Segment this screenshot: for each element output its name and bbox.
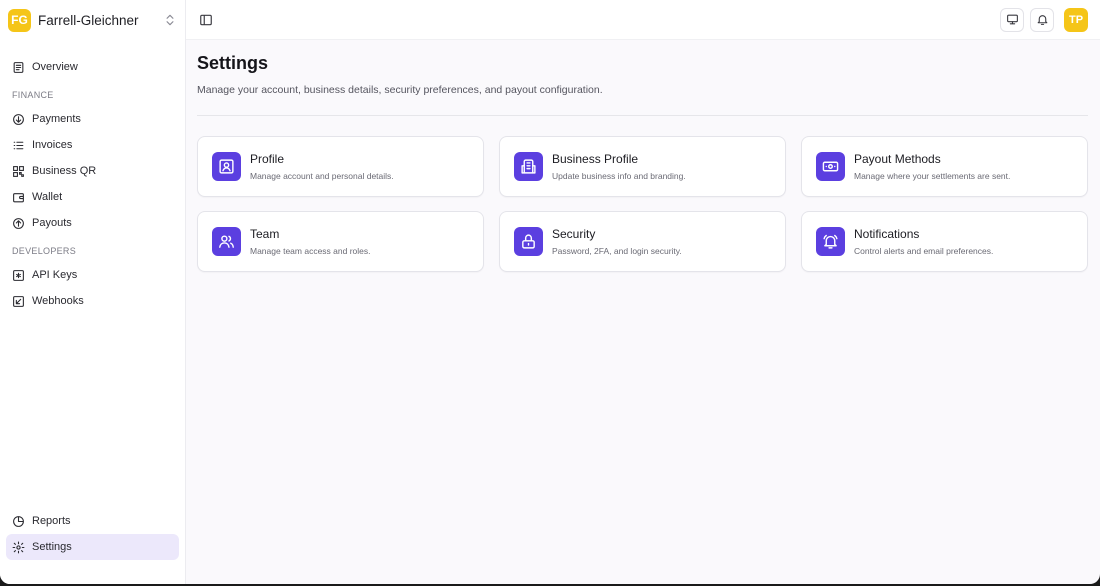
sidebar-item-label: API Keys (32, 269, 78, 281)
settings-content: Settings Manage your account, business d… (186, 40, 1100, 272)
card-notifications[interactable]: Notifications Control alerts and email p… (801, 211, 1088, 272)
webhooks-icon (13, 295, 24, 307)
sidebar: FG Farrell-Gleichner Overview FINANCE Pa… (0, 0, 186, 584)
settings-icon (12, 541, 25, 553)
sidebar-toggle-icon[interactable] (199, 13, 213, 27)
card-title: Profile (250, 152, 285, 166)
card-description: Control alerts and email preferences. (854, 246, 994, 256)
invoices-icon (13, 141, 24, 149)
sidebar-item-label: Invoices (32, 139, 73, 151)
card-description: Manage team access and roles. (250, 246, 371, 256)
org-switcher[interactable]: FG Farrell-Gleichner (0, 0, 185, 40)
sidebar-item-wallet[interactable]: Wallet (6, 184, 179, 210)
card-icon-box (212, 227, 241, 256)
card-title: Team (250, 227, 280, 241)
payouts-icon (13, 217, 24, 229)
card-team[interactable]: Team Manage team access and roles. (197, 211, 484, 272)
card-icon-box (514, 227, 543, 256)
sidebar-item-label: Overview (32, 61, 78, 73)
sidebar-item-label: Payments (32, 113, 81, 125)
sidebar-item-payments[interactable]: Payments (6, 106, 179, 132)
app-window: FG Farrell-Gleichner Overview FINANCE Pa… (0, 0, 1100, 584)
bell-icon (1037, 15, 1047, 25)
sidebar-item-label: Business QR (32, 165, 97, 177)
card-description: Password, 2FA, and login security. (552, 246, 682, 256)
sidebar-nav: Overview FINANCE Payments Invoices Busin… (0, 40, 185, 314)
card-description: Manage account and personal details. (250, 171, 394, 181)
payout-methods-icon (822, 161, 839, 172)
topbar-actions: TP (1000, 7, 1088, 32)
sidebar-item-api-keys[interactable]: API Keys (6, 262, 179, 288)
sidebar-item-payouts[interactable]: Payouts (6, 210, 179, 236)
user-avatar[interactable]: TP (1064, 7, 1088, 32)
qr-icon (13, 165, 24, 177)
notifications-icon (823, 234, 838, 249)
business-profile-icon (521, 159, 536, 174)
card-icon-box (212, 152, 241, 181)
sidebar-item-label: Settings (32, 541, 72, 553)
sidebar-item-invoices[interactable]: Invoices (6, 132, 179, 158)
reports-icon (13, 515, 24, 527)
api-keys-icon (13, 269, 24, 281)
card-security[interactable]: Security Password, 2FA, and login securi… (499, 211, 786, 272)
notifications-button[interactable] (1030, 7, 1054, 32)
card-payout-methods[interactable]: Payout Methods Manage where your settlem… (801, 136, 1088, 197)
divider (197, 115, 1088, 116)
chevrons-up-down-icon (166, 14, 174, 26)
sidebar-item-label: Payouts (32, 217, 72, 229)
monitor-icon (1006, 14, 1018, 25)
sidebar-item-business-qr[interactable]: Business QR (6, 158, 179, 184)
profile-icon (219, 159, 234, 174)
finance-heading: FINANCE (12, 90, 54, 100)
lock-icon (522, 234, 535, 249)
card-icon-box (816, 227, 845, 256)
card-title: Security (552, 227, 596, 241)
page-subtitle: Manage your account, business details, s… (197, 84, 603, 96)
settings-cards: Profile Manage account and personal deta… (197, 136, 1088, 272)
card-business-profile[interactable]: Business Profile Update business info an… (499, 136, 786, 197)
card-description: Manage where your settlements are sent. (854, 171, 1011, 181)
card-title: Payout Methods (854, 152, 941, 166)
card-profile[interactable]: Profile Manage account and personal deta… (197, 136, 484, 197)
card-icon-box (816, 152, 845, 181)
sidebar-item-webhooks[interactable]: Webhooks (6, 288, 179, 314)
sidebar-item-reports[interactable]: Reports (6, 508, 179, 534)
overview-icon (13, 61, 24, 73)
org-avatar: FG (8, 8, 31, 32)
display-button[interactable] (1000, 7, 1024, 32)
payments-icon (13, 113, 24, 125)
card-icon-box (514, 152, 543, 181)
main-area: TP Settings Manage your account, busines… (186, 0, 1100, 584)
topbar: TP (186, 0, 1100, 40)
card-title: Business Profile (552, 152, 639, 166)
sidebar-bottom-nav: Reports Settings (0, 508, 185, 560)
org-name: Farrell-Gleichner (38, 12, 139, 28)
sidebar-item-settings[interactable]: Settings (6, 534, 179, 560)
sidebar-item-label: Wallet (32, 191, 63, 203)
wallet-icon (13, 192, 24, 202)
page-title: Settings (197, 53, 269, 73)
card-description: Update business info and branding. (552, 171, 686, 181)
sidebar-item-overview[interactable]: Overview (6, 54, 179, 80)
sidebar-item-label: Webhooks (32, 295, 84, 307)
sidebar-item-label: Reports (32, 515, 71, 527)
team-icon (219, 235, 234, 248)
developers-heading: DEVELOPERS (12, 246, 77, 256)
card-title: Notifications (854, 227, 920, 241)
